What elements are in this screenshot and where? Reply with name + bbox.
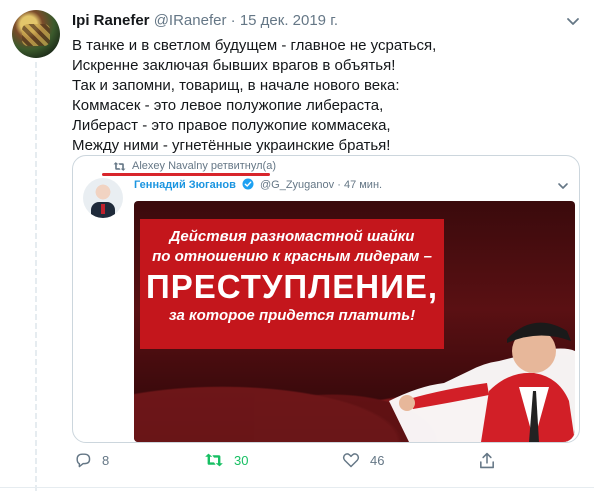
retweet-button[interactable]: 30	[204, 452, 248, 468]
like-icon	[342, 453, 360, 468]
tweet-text-line: Между ними - угнетённые украинские брать…	[72, 137, 391, 154]
reply-button[interactable]: 8	[74, 452, 109, 468]
tweet-text: В танке и в светлом будущем - главное не…	[72, 36, 572, 156]
quoted-tweet-header: Геннадий Зюганов @G_Zyuganov · 47 мин.	[134, 178, 382, 191]
thread-line	[35, 62, 37, 492]
author-avatar[interactable]	[12, 10, 60, 58]
separator-dot: ·	[337, 179, 341, 191]
author-handle[interactable]: @IRanefer	[154, 12, 227, 29]
tweet-text-line: Либераст - это правое полужопие коммасек…	[72, 117, 391, 134]
highlight-underline	[102, 173, 270, 176]
reply-icon	[76, 453, 91, 468]
like-count: 46	[370, 452, 385, 468]
chevron-down-icon[interactable]	[566, 14, 580, 28]
like-button[interactable]: 46	[342, 452, 384, 468]
tweet-text-line: Так и запомни, товарищ, в начале нового …	[72, 77, 400, 94]
retweeted-by-row[interactable]: Alexey Navalny ретвитнул(а)	[113, 160, 276, 172]
retweet-icon	[205, 453, 223, 467]
quoted-author-handle[interactable]: @G_Zyuganov	[260, 179, 334, 191]
tweet-actions: 8 30 46	[72, 452, 580, 472]
retweet-icon	[113, 161, 126, 171]
quoted-tweet-image[interactable]: Действия разномастной шайки по отношению…	[134, 201, 575, 442]
separator-dot: ·	[230, 12, 236, 29]
quoted-tweet[interactable]: Геннадий Зюганов @G_Zyuganov · 47 мин. Д…	[72, 155, 580, 443]
author-name[interactable]: Ipi Ranefer	[72, 12, 150, 29]
retweet-count: 30	[234, 452, 249, 468]
divider	[0, 487, 594, 488]
quoted-author-avatar[interactable]	[83, 178, 123, 218]
quoted-author-name[interactable]: Геннадий Зюганов	[134, 179, 236, 191]
reply-count: 8	[102, 452, 110, 468]
image-text-line: Действия разномастной шайки	[169, 228, 415, 245]
share-button[interactable]	[479, 452, 495, 469]
verified-badge-icon	[242, 178, 254, 190]
image-text-line: по отношению к красным лидерам –	[152, 248, 432, 265]
speaker-figure-illustration	[389, 322, 575, 442]
tweet-date[interactable]: 15 дек. 2019 г.	[240, 12, 338, 29]
chevron-down-icon[interactable]	[557, 180, 569, 192]
tweet-text-line: Коммасек - это левое полужопие либераста…	[72, 97, 384, 114]
image-text-line: за которое придется платить!	[168, 307, 416, 324]
tweet-text-line: Искренне заключая бывших врагов в объять…	[72, 57, 396, 74]
tweet-text-line: В танке и в светлом будущем - главное не…	[72, 37, 437, 54]
quoted-tweet-time[interactable]: 47 мин.	[344, 179, 382, 191]
retweeted-by-label: Alexey Navalny ретвитнул(а)	[132, 160, 276, 172]
tweet-header: Ipi Ranefer @IRanefer · 15 дек. 2019 г.	[72, 12, 338, 29]
share-icon	[480, 452, 494, 469]
